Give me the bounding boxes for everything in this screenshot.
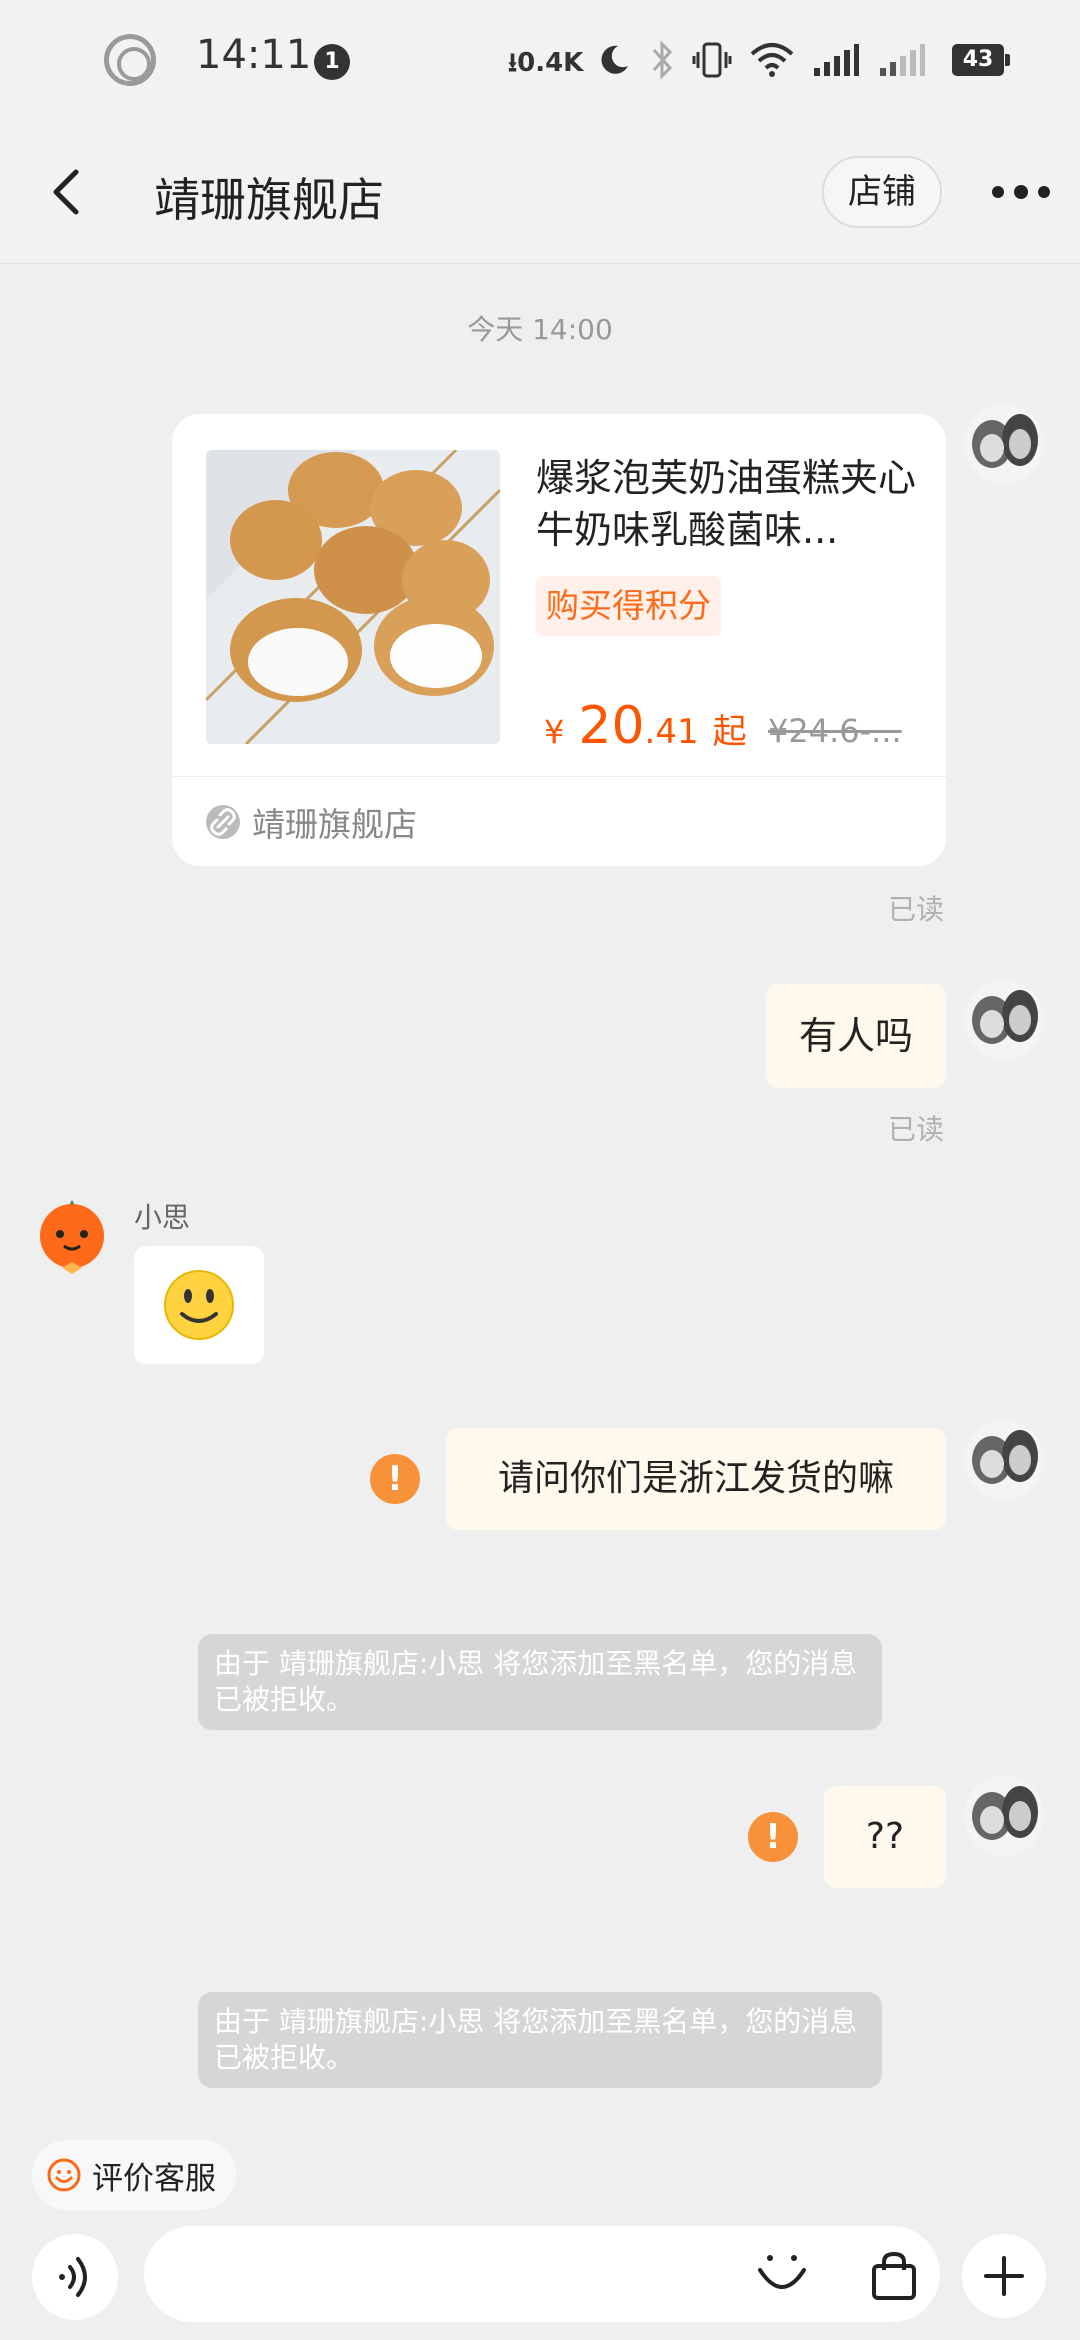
more-button[interactable] xyxy=(986,172,1056,212)
voice-button[interactable] xyxy=(32,2234,118,2320)
net-speed-value: 0.4K xyxy=(517,48,584,78)
record-icon xyxy=(104,34,156,86)
smile-icon xyxy=(47,2158,81,2192)
emoji-button[interactable] xyxy=(748,2240,816,2308)
product-card[interactable]: 爆浆泡芙奶油蛋糕夹心牛奶味乳酸菌味... 购买得积分 ¥ 20 .41 起 ¥2… xyxy=(172,414,946,866)
plus-icon xyxy=(984,2256,1024,2296)
card-shop-link[interactable]: 靖珊旗舰店 xyxy=(206,798,417,846)
bluetooth-icon xyxy=(652,40,673,80)
original-price: ¥24.6-... xyxy=(768,712,902,750)
status-bar: 14:11 1 ⭳0.4K 43 xyxy=(0,0,1080,120)
product-price: ¥ 20 .41 起 xyxy=(544,696,747,756)
points-tag: 购买得积分 xyxy=(536,576,721,636)
link-icon xyxy=(206,805,240,839)
read-receipt: 已读 xyxy=(888,1113,945,1146)
status-time: 14:11 xyxy=(196,32,312,78)
more-dots-icon xyxy=(992,185,1050,199)
order-button[interactable] xyxy=(852,2234,936,2318)
send-failed-icon[interactable]: ! xyxy=(748,1812,798,1862)
status-icons xyxy=(596,36,926,84)
send-failed-icon[interactable]: ! xyxy=(370,1454,420,1504)
battery-indicator: 43 xyxy=(952,44,1010,76)
net-speed: ⭳0.4K xyxy=(508,48,584,78)
signal-2-icon xyxy=(880,44,925,76)
chevron-left-icon xyxy=(53,169,79,215)
rate-service-label: 评价客服 xyxy=(92,2160,216,2197)
divider xyxy=(172,776,946,777)
bot-avatar[interactable] xyxy=(34,1196,110,1276)
bot-name: 小思 xyxy=(134,1201,191,1234)
system-notice: 由于 靖珊旗舰店:小思 将您添加至黑名单，您的消息已被拒收。 xyxy=(198,1992,882,2088)
shop-button[interactable]: 店铺 xyxy=(822,156,942,228)
more-actions-button[interactable] xyxy=(962,2234,1046,2318)
vibrate-icon xyxy=(692,42,732,78)
wifi-icon xyxy=(750,43,794,77)
smile-emoji-icon xyxy=(164,1270,234,1340)
moon-icon xyxy=(601,45,628,74)
system-notice: 由于 靖珊旗舰店:小思 将您添加至黑名单，您的消息已被拒收。 xyxy=(198,1634,882,1730)
product-image xyxy=(206,450,500,744)
read-receipt: 已读 xyxy=(888,893,945,926)
input-bar xyxy=(0,2216,1080,2340)
price-decimal: .41 xyxy=(644,712,699,752)
price-integer: 20 xyxy=(578,696,645,756)
user-avatar[interactable] xyxy=(964,404,1044,484)
user-avatar[interactable] xyxy=(964,1420,1044,1500)
chat-header: 靖珊旗舰店 店铺 xyxy=(0,120,1080,264)
signal-1-icon xyxy=(814,44,859,76)
chat-timestamp: 今天 14:00 xyxy=(467,313,613,346)
message-bubble[interactable]: 有人吗 xyxy=(766,984,946,1088)
voice-icon xyxy=(59,2257,87,2297)
emoji-icon xyxy=(758,2255,806,2289)
product-name: 爆浆泡芙奶油蛋糕夹心牛奶味乳酸菌味... xyxy=(536,456,917,552)
message-bubble[interactable]: 请问你们是浙江发货的嘛 xyxy=(446,1428,946,1530)
notification-count-badge: 1 xyxy=(314,44,350,80)
rate-service-button[interactable]: 评价客服 xyxy=(32,2140,236,2210)
message-input[interactable] xyxy=(144,2226,940,2322)
back-button[interactable] xyxy=(36,160,100,224)
page-title: 靖珊旗舰店 xyxy=(154,173,384,227)
card-shop-name: 靖珊旗舰店 xyxy=(252,805,417,844)
shopping-bag-icon xyxy=(872,2251,916,2300)
price-currency: ¥ xyxy=(544,713,565,751)
user-avatar[interactable] xyxy=(964,1776,1044,1856)
emoji-message[interactable] xyxy=(134,1246,264,1364)
price-suffix: 起 xyxy=(712,712,747,752)
message-bubble[interactable]: ?? xyxy=(824,1786,946,1888)
user-avatar[interactable] xyxy=(964,980,1044,1060)
